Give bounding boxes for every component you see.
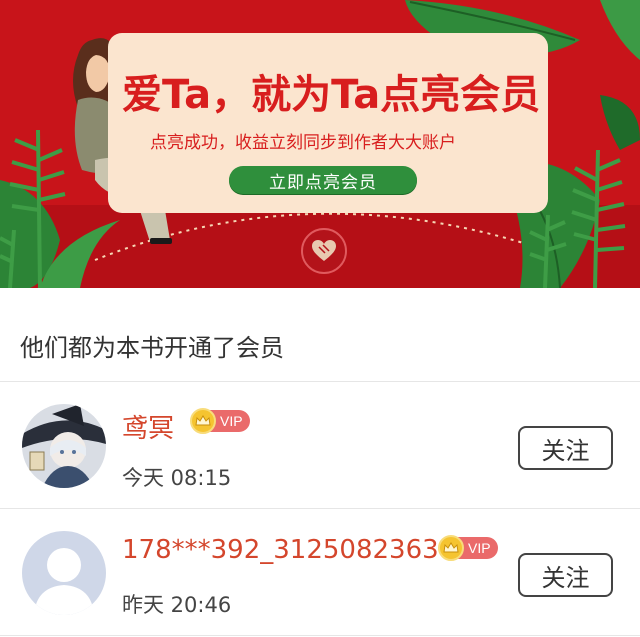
light-up-membership-button[interactable]: 立即点亮会员 [229, 166, 417, 194]
user-avatar[interactable] [22, 531, 106, 615]
divider [0, 635, 640, 636]
member-name[interactable]: 178***392_3125082363 [122, 535, 439, 565]
section-title: 他们都为本书开通了会员 [20, 334, 284, 362]
crown-icon [438, 535, 464, 561]
promo-subline: 点亮成功，收益立刻同步到作者大大账户 [150, 133, 456, 153]
promo-banner[interactable]: 爱Ta，就为Ta点亮会员 点亮成功，收益立刻同步到作者大大账户 立即点亮会员 [0, 0, 640, 288]
vip-badge: VIP [190, 408, 250, 434]
follow-button[interactable]: 关注 [518, 553, 613, 597]
member-time: 昨天 20:46 [122, 593, 232, 617]
member-time: 今天 08:15 [122, 466, 232, 490]
member-row[interactable]: 鸢冥 VIP 今天 08:15 关注 [0, 382, 640, 508]
follow-button[interactable]: 关注 [518, 426, 613, 470]
heart-seal-icon [301, 228, 347, 274]
user-avatar[interactable] [22, 404, 106, 488]
vip-badge: VIP [438, 535, 498, 561]
promo-headline: 爱Ta，就为Ta点亮会员 [122, 72, 541, 118]
member-name[interactable]: 鸢冥 [122, 408, 174, 445]
crown-icon [190, 408, 216, 434]
member-row[interactable]: 178***392_3125082363 VIP 昨天 20:46 关注 [0, 509, 640, 635]
